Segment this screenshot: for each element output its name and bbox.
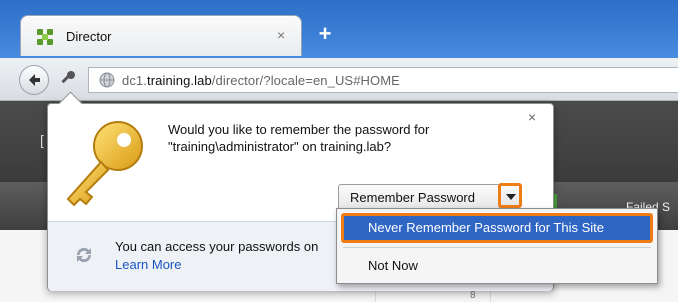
new-tab-button[interactable]: + <box>313 23 337 47</box>
password-key-icon[interactable] <box>58 69 78 92</box>
menu-item-not-now[interactable]: Not Now <box>341 253 653 277</box>
url-host-prefix: dc1. <box>122 73 147 88</box>
tab-close-icon[interactable]: × <box>277 27 285 43</box>
remember-options-menu: Never Remember Password for This Site No… <box>336 208 658 284</box>
menu-item-never-remember[interactable]: Never Remember Password for This Site <box>341 213 653 243</box>
popup-close-icon[interactable]: × <box>528 109 536 125</box>
popup-message: Would you like to remember the password … <box>168 121 508 155</box>
tab-director[interactable]: Director × <box>20 15 302 56</box>
globe-icon <box>99 72 115 91</box>
url-path: /director/?locale=en_US#HOME <box>211 73 400 88</box>
director-favicon-icon <box>36 28 54 46</box>
menu-separator <box>343 247 651 248</box>
back-arrow-icon <box>29 74 40 86</box>
message-line-1: Would you like to remember the password … <box>168 122 430 137</box>
page-bracket: [ <box>40 132 44 148</box>
title-bar: Director × + <box>0 0 678 58</box>
dropdown-arrow-icon <box>506 194 516 200</box>
menu-item-label: Not Now <box>368 258 418 273</box>
menu-item-label: Never Remember Password for This Site <box>368 220 605 235</box>
url-text: dc1.training.lab/director/?locale=en_US#… <box>122 73 400 88</box>
tab-title: Director <box>66 29 112 44</box>
learn-more-link[interactable]: Learn More <box>115 257 181 272</box>
access-passwords-text: You can access your passwords on <box>115 239 319 254</box>
message-line-2: "training\administrator" on training.lab… <box>168 139 392 154</box>
gold-key-icon <box>56 114 156 217</box>
cell-number: 8 <box>470 290 476 301</box>
back-button[interactable] <box>19 65 49 95</box>
navigation-bar: dc1.training.lab/director/?locale=en_US#… <box>0 58 678 101</box>
remember-password-button[interactable]: Remember Password <box>338 184 500 211</box>
remember-password-label: Remember Password <box>350 190 475 205</box>
remember-options-dropdown-button[interactable] <box>498 183 522 208</box>
url-bar[interactable]: dc1.training.lab/director/?locale=en_US#… <box>88 67 678 93</box>
url-host-domain: training.lab <box>146 73 212 88</box>
sync-icon <box>73 244 95 269</box>
